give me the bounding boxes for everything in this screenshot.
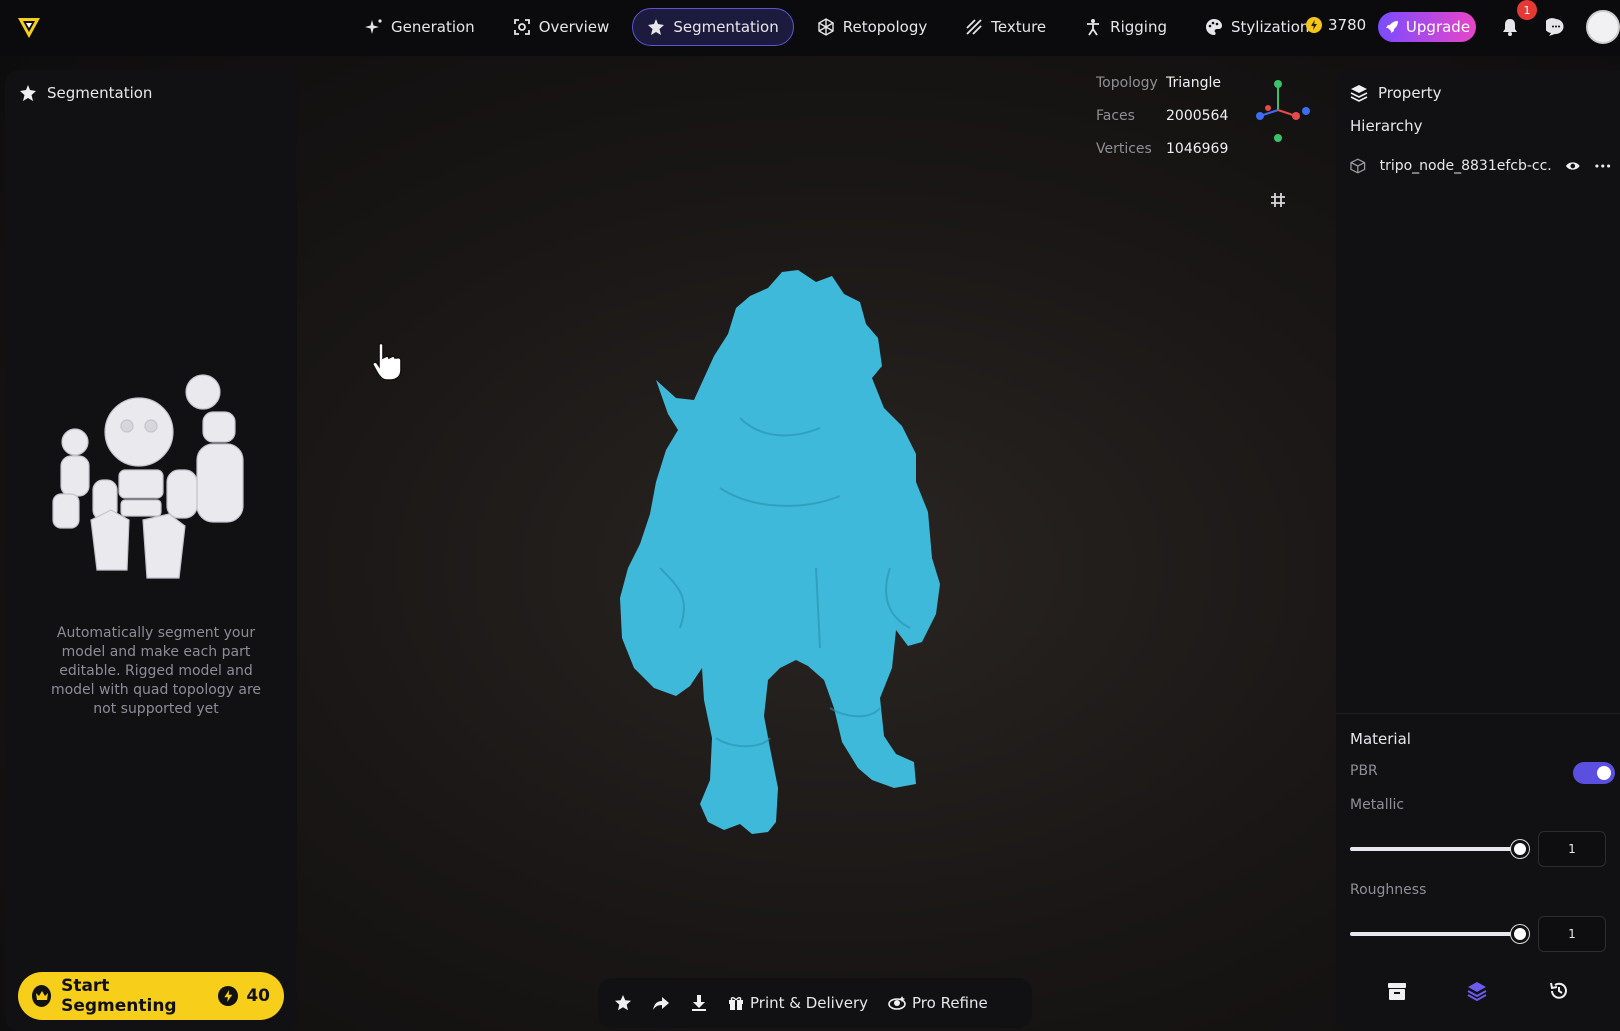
download-icon[interactable]: [690, 994, 708, 1012]
hand-pointer-cursor-icon: [372, 342, 402, 381]
nav-generation-label: Generation: [391, 18, 475, 36]
pro-refine-label: Pro Refine: [912, 994, 988, 1012]
gift-icon: [729, 997, 743, 1010]
nav-texture-label: Texture: [991, 18, 1047, 36]
roughness-slider[interactable]: [1350, 924, 1529, 944]
credit-bolt-icon: [218, 986, 239, 1006]
eye-icon[interactable]: [1565, 158, 1581, 174]
material-title: Material: [1350, 730, 1411, 748]
crown-icon: [32, 985, 52, 1007]
print-delivery-label: Print & Delivery: [750, 994, 869, 1012]
metallic-slider-thumb[interactable]: [1511, 840, 1529, 858]
main-nav: Generation Overview Segmentation Retopol…: [350, 8, 1324, 46]
panel-title-label: Segmentation: [47, 84, 153, 102]
user-avatar[interactable]: [1586, 10, 1620, 44]
start-cost-value: 40: [246, 986, 270, 1006]
metallic-value-input[interactable]: [1538, 831, 1606, 867]
rocket-icon: [1385, 21, 1398, 33]
nav-retopology[interactable]: Retopology: [802, 8, 942, 46]
panel-divider: [1336, 713, 1620, 714]
roughness-value-input[interactable]: [1538, 916, 1606, 952]
nav-texture[interactable]: Texture: [950, 8, 1061, 46]
segment-icon: [648, 19, 665, 35]
bottom-action-bar: Print & Delivery Pro Refine: [598, 978, 1032, 1028]
start-segmenting-button[interactable]: Start Segmenting 40: [18, 972, 284, 1020]
nav-stylization[interactable]: Stylization: [1190, 8, 1324, 46]
pbr-toggle[interactable]: [1573, 762, 1615, 784]
segmentation-description: Automatically segment your model and mak…: [50, 625, 262, 717]
nav-rigging[interactable]: Rigging: [1069, 8, 1182, 46]
upgrade-label: Upgrade: [1405, 18, 1471, 36]
start-segmenting-label: Start Segmenting: [61, 976, 177, 1016]
roughness-slider-thumb[interactable]: [1511, 925, 1529, 943]
rig-figure-icon: [1087, 19, 1100, 36]
mesh-stats: Topology Triangle Faces 2000564 Vertices…: [1096, 66, 1228, 165]
nav-stylization-label: Stylization: [1231, 18, 1310, 36]
star-icon[interactable]: [614, 994, 632, 1012]
stat-value: Triangle: [1166, 74, 1221, 91]
property-title-label: Property: [1378, 84, 1442, 102]
property-panel: Property Hierarchy tripo_node_8831efcb-c…: [1336, 70, 1620, 1031]
metallic-slider[interactable]: [1350, 839, 1529, 859]
credit-coin-icon: [1306, 17, 1322, 33]
stat-row-faces: Faces 2000564: [1096, 99, 1228, 132]
stat-row-vertices: Vertices 1046969: [1096, 132, 1228, 165]
property-title: Property: [1350, 84, 1441, 102]
segmented-robot-illustration: [52, 374, 244, 579]
metallic-label: Metallic: [1350, 797, 1405, 813]
nav-segmentation-label: Segmentation: [673, 18, 779, 36]
texture-icon: [966, 19, 982, 35]
notification-badge: 1: [1517, 0, 1537, 20]
panel-title: Segmentation: [19, 84, 152, 102]
refine-icon: [888, 996, 906, 1010]
nav-rigging-label: Rigging: [1110, 18, 1167, 36]
nav-segmentation[interactable]: Segmentation: [632, 8, 794, 46]
sparkle-icon: [365, 19, 382, 34]
3d-model-viewport[interactable]: [620, 268, 970, 868]
chat-icon[interactable]: [1546, 17, 1566, 37]
upgrade-button[interactable]: Upgrade: [1378, 12, 1476, 42]
credits-balance[interactable]: 3780: [1306, 16, 1366, 34]
stat-label: Vertices: [1096, 140, 1152, 157]
bell-icon[interactable]: [1500, 17, 1520, 37]
segmentation-panel: Segmentation Automatically segment your …: [5, 70, 297, 1031]
grid-toggle-button[interactable]: [1258, 180, 1298, 220]
start-cost: 40: [218, 986, 270, 1006]
history-icon[interactable]: [1548, 980, 1570, 1002]
grid-icon: [1271, 193, 1285, 207]
roughness-label: Roughness: [1350, 882, 1427, 898]
segment-icon: [20, 85, 36, 101]
share-icon[interactable]: [652, 994, 670, 1012]
roughness-slider-track: [1350, 932, 1520, 936]
metallic-slider-track: [1350, 847, 1520, 851]
stat-value: 1046969: [1166, 140, 1229, 157]
archive-icon[interactable]: [1386, 980, 1408, 1002]
node-name: tripo_node_8831efcb-cc...: [1379, 158, 1551, 174]
pbr-label: PBR: [1350, 763, 1378, 779]
print-delivery-button[interactable]: Print & Delivery: [728, 994, 868, 1012]
tripo-logo-icon[interactable]: [14, 12, 44, 42]
mesh-icon: [818, 18, 834, 36]
cube-icon: [1350, 158, 1366, 174]
hierarchy-label: Hierarchy: [1350, 117, 1423, 135]
nav-retopology-label: Retopology: [842, 18, 928, 36]
more-options-icon[interactable]: [1594, 158, 1612, 174]
palette-icon: [1206, 19, 1222, 35]
stat-label: Topology: [1096, 74, 1158, 91]
stat-row-topology: Topology Triangle: [1096, 66, 1228, 99]
pro-refine-button[interactable]: Pro Refine: [888, 994, 988, 1012]
nav-generation[interactable]: Generation: [350, 8, 490, 46]
stat-label: Faces: [1096, 107, 1135, 124]
scan-icon: [513, 19, 530, 35]
axis-gizmo-icon[interactable]: [1246, 78, 1310, 144]
top-navigation-bar: Generation Overview Segmentation Retopol…: [0, 0, 1620, 56]
layers-icon: [1350, 85, 1368, 102]
layers-active-icon[interactable]: [1466, 980, 1488, 1002]
nav-overview[interactable]: Overview: [498, 8, 625, 46]
stat-value: 2000564: [1166, 107, 1229, 124]
hierarchy-node-row[interactable]: tripo_node_8831efcb-cc...: [1350, 158, 1612, 174]
credits-count: 3780: [1328, 16, 1367, 34]
nav-overview-label: Overview: [538, 18, 610, 36]
